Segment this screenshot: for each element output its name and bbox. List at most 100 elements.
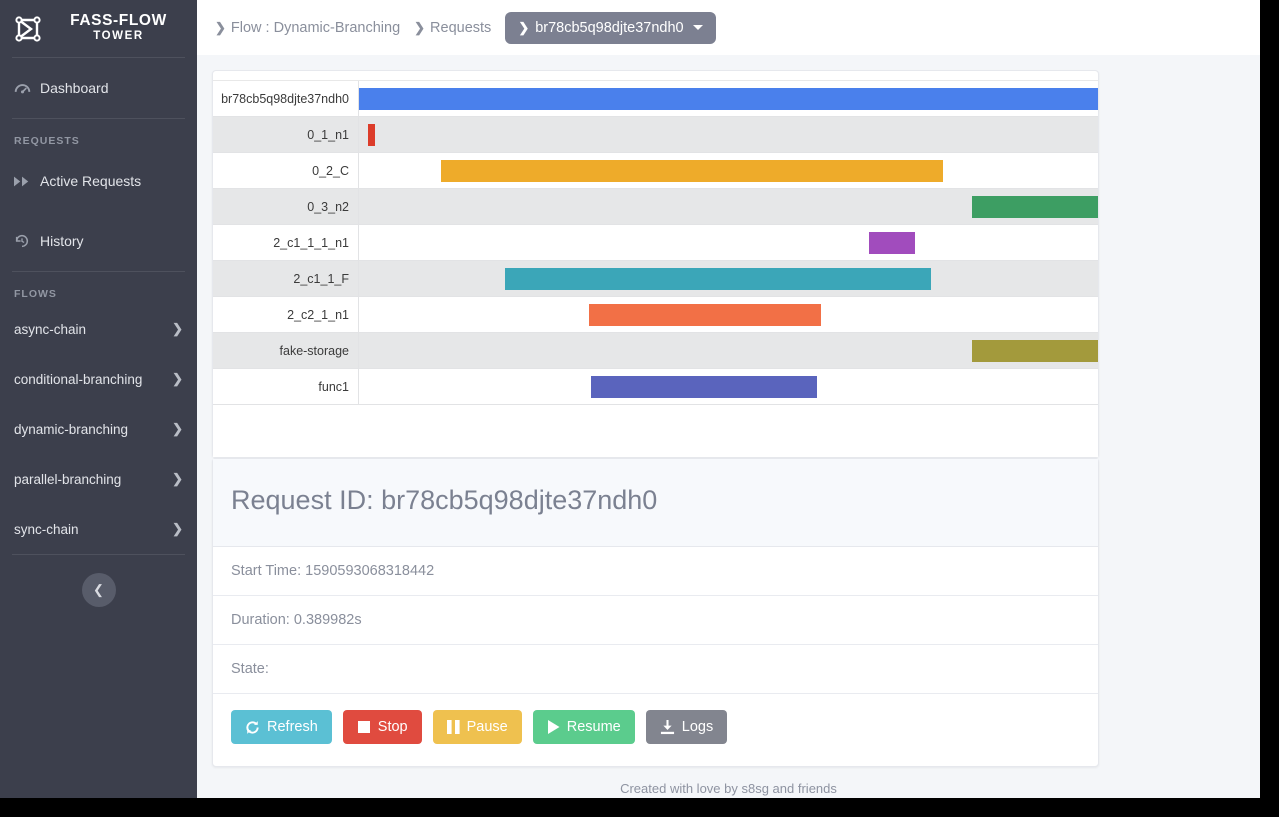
gantt-row[interactable]: 0_2_C — [213, 153, 1098, 189]
gantt-bar[interactable] — [359, 88, 1098, 110]
breadcrumb-active-label: br78cb5q98djte37ndh0 — [535, 19, 684, 36]
fast-forward-icon — [14, 175, 40, 188]
gantt-row-label: 2_c1_1_F — [213, 261, 359, 296]
button-label: Stop — [377, 719, 408, 735]
detail-state: State: — [213, 645, 1098, 694]
sidebar-item-label: parallel-branching — [14, 471, 122, 487]
button-label: Logs — [681, 719, 714, 735]
pause-button[interactable]: Pause — [432, 710, 522, 744]
request-details-card: Request ID: br78cb5q98djte37ndh0 Start T… — [212, 458, 1099, 767]
sidebar-collapse-button[interactable]: ❮ — [81, 573, 116, 607]
gantt-row-track — [359, 117, 1098, 152]
gantt-row[interactable]: br78cb5q98djte37ndh0 — [213, 81, 1098, 117]
sidebar-item-sync-chain[interactable]: sync-chain ❯ — [0, 504, 197, 554]
chevron-right-icon: ❯ — [172, 521, 183, 536]
sidebar-item-dynamic-branching[interactable]: dynamic-branching ❯ — [0, 404, 197, 454]
breadcrumb-item-flow[interactable]: ❯ Flow : Dynamic-Branching — [215, 20, 400, 36]
sidebar-item-label: History — [40, 233, 84, 249]
gantt-row-label: 0_2_C — [213, 153, 359, 188]
gantt-row-track — [359, 225, 1098, 260]
gantt-row[interactable]: 0_3_n2 — [213, 189, 1098, 225]
pause-icon — [446, 720, 460, 734]
gantt-chart-card: br78cb5q98djte37ndh0 0_1_n1 0_2_C 0_3_n2 2_c… — [212, 70, 1099, 458]
refresh-icon — [245, 720, 260, 735]
app-window: FASS-FLOW TOWER Dashboard REQUESTS Activ… — [0, 0, 1260, 798]
gantt-row[interactable]: 2_c1_1_F — [213, 261, 1098, 297]
sidebar: FASS-FLOW TOWER Dashboard REQUESTS Activ… — [0, 0, 197, 798]
dashboard-gauge-icon — [14, 80, 40, 97]
brand[interactable]: FASS-FLOW TOWER — [0, 0, 197, 57]
brand-text: FASS-FLOW TOWER — [54, 11, 197, 44]
sidebar-item-label: Active Requests — [40, 173, 142, 189]
gantt-row[interactable]: 2_c1_1_1_n1 — [213, 225, 1098, 261]
chevron-right-icon: ❯ — [172, 321, 183, 336]
sidebar-section-requests: REQUESTS — [14, 135, 80, 147]
sidebar-item-conditional-branching[interactable]: conditional-branching ❯ — [0, 354, 197, 404]
breadcrumb-item-requests[interactable]: ❯ Requests — [414, 20, 491, 36]
collapse-row: ❮ — [0, 555, 197, 607]
download-icon — [660, 719, 675, 735]
gantt-bar[interactable] — [588, 304, 821, 326]
gantt-row[interactable]: func1 — [213, 369, 1098, 405]
footer-text: Created with love by s8sg and friends — [620, 781, 837, 796]
gantt-row-label: 2_c2_1_n1 — [213, 297, 359, 332]
gantt-timeline-header — [213, 71, 1098, 81]
sidebar-item-label: sync-chain — [14, 521, 79, 537]
gantt-row-track — [359, 333, 1098, 368]
gantt-row-track — [359, 369, 1098, 404]
gantt-row-label: 0_3_n2 — [213, 189, 359, 224]
gantt-row-track — [359, 189, 1098, 224]
stop-button[interactable]: Stop — [342, 710, 422, 744]
gantt-bar[interactable] — [591, 376, 818, 398]
gantt-row-track — [359, 81, 1098, 116]
button-label: Refresh — [267, 719, 318, 735]
gantt-bar[interactable] — [972, 340, 1098, 362]
button-label: Pause — [466, 719, 508, 735]
breadcrumb-request-dropdown[interactable]: ❯ br78cb5q98djte37ndh0 — [505, 11, 716, 44]
gantt-bar[interactable] — [367, 124, 376, 146]
gantt-bar[interactable] — [972, 196, 1098, 218]
page-title: Request ID: br78cb5q98djte37ndh0 — [231, 485, 658, 515]
main-area: ❯ Flow : Dynamic-Branching ❯ Requests ❯ … — [197, 0, 1260, 798]
gantt-row[interactable]: 2_c2_1_n1 — [213, 297, 1098, 333]
gantt-row[interactable]: 0_1_n1 — [213, 117, 1098, 153]
clock-rewind-icon — [14, 233, 40, 249]
play-icon — [547, 720, 560, 734]
sidebar-item-active-requests[interactable]: Active Requests — [0, 151, 197, 211]
content: br78cb5q98djte37ndh0 0_1_n1 0_2_C 0_3_n2 2_c… — [197, 55, 1260, 798]
request-action-buttons: Refresh Stop Pause Resume Logs — [213, 694, 1098, 766]
sidebar-item-dashboard[interactable]: Dashboard — [0, 58, 197, 118]
gantt-row[interactable]: fake-storage — [213, 333, 1098, 369]
request-details-header: Request ID: br78cb5q98djte37ndh0 — [213, 459, 1098, 547]
detail-start-time: Start Time: 1590593068318442 — [213, 547, 1098, 596]
sidebar-item-label: dynamic-branching — [14, 421, 129, 437]
sidebar-item-parallel-branching[interactable]: parallel-branching ❯ — [0, 454, 197, 504]
angle-right-icon: ❯ — [414, 19, 426, 35]
breadcrumb-label: Requests — [430, 19, 492, 36]
stop-square-icon — [357, 720, 371, 734]
gantt-row-label: br78cb5q98djte37ndh0 — [213, 81, 359, 116]
sidebar-item-label: async-chain — [14, 321, 87, 337]
refresh-button[interactable]: Refresh — [231, 710, 332, 744]
detail-duration: Duration: 0.389982s — [213, 596, 1098, 645]
button-label: Resume — [566, 719, 621, 735]
angle-right-icon: ❯ — [518, 19, 530, 35]
gantt-row-track — [359, 153, 1098, 188]
chevron-right-icon: ❯ — [172, 471, 183, 486]
chevron-right-icon: ❯ — [172, 421, 183, 436]
brand-title: FASS-FLOW — [70, 11, 167, 29]
gantt-row-label: 0_1_n1 — [213, 117, 359, 152]
resume-button[interactable]: Resume — [532, 710, 635, 744]
gantt-row-label: fake-storage — [213, 333, 359, 368]
sidebar-item-history[interactable]: History — [0, 211, 197, 271]
gantt-row-label: func1 — [213, 369, 359, 404]
sidebar-item-async-chain[interactable]: async-chain ❯ — [0, 304, 197, 354]
gantt-footer-space — [213, 405, 1098, 457]
caret-down-icon — [692, 25, 703, 30]
gantt-bar[interactable] — [441, 160, 943, 182]
gantt-bar[interactable] — [504, 268, 931, 290]
logs-button[interactable]: Logs — [645, 710, 728, 744]
graph-nodes-icon — [8, 9, 48, 49]
breadcrumb-label: Flow : Dynamic-Branching — [230, 19, 401, 36]
gantt-bar[interactable] — [868, 232, 915, 254]
